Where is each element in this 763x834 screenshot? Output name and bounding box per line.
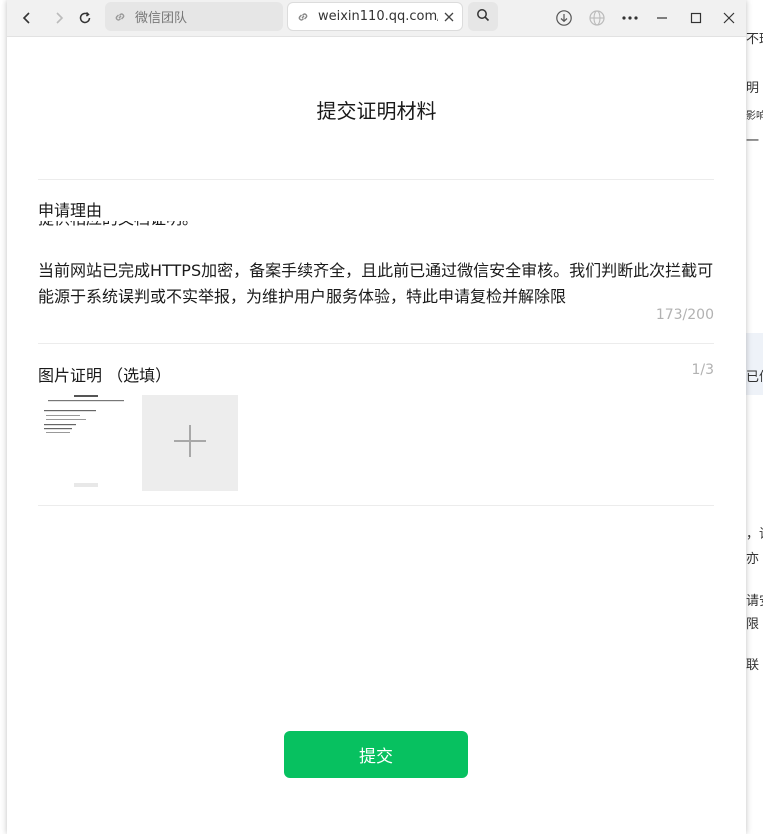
browser-window: 微信团队 weixin110.qq.com/s 提交证明材料 当前网站已完成HT… xyxy=(7,0,746,834)
background-highlight xyxy=(746,333,763,395)
tab-title: weixin110.qq.com/s xyxy=(318,9,438,24)
more-icon[interactable] xyxy=(618,6,642,30)
link-icon xyxy=(113,10,127,24)
browser-toolbar: 微信团队 weixin110.qq.com/s xyxy=(7,0,746,37)
reason-text: 提供相应的文档证明。 当前网站已完成HTTPS加密，备案手续齐全，且此前已通过微… xyxy=(38,220,714,304)
background-text: 已停 xyxy=(746,370,763,385)
tab-title: 微信团队 xyxy=(135,11,188,26)
reason-textarea[interactable]: 提供相应的文档证明。 当前网站已完成HTTPS加密，备案手续齐全，且此前已通过微… xyxy=(38,220,714,304)
uploaded-image-thumbnail[interactable] xyxy=(38,395,134,491)
divider xyxy=(38,505,714,506)
background-text: 请安 xyxy=(746,594,763,609)
close-icon[interactable] xyxy=(444,12,454,22)
search-icon xyxy=(476,7,490,26)
image-label: 图片证明 （选填） xyxy=(38,366,172,385)
reload-icon[interactable] xyxy=(73,6,97,30)
background-text: 不班 xyxy=(746,32,763,47)
tab-weixin-team[interactable]: 微信团队 xyxy=(105,2,283,31)
page-content: 提交证明材料 提供相应的文档证明。 当前网站已完成HTTPS加密，备案手续齐全，… xyxy=(7,37,746,834)
image-counter: 1/3 xyxy=(691,362,714,378)
reason-counter: 173/200 xyxy=(655,307,714,323)
divider xyxy=(38,179,714,180)
submit-button[interactable]: 提交 xyxy=(284,731,468,778)
background-page: 不班 明 影响 一 已停 ，请 亦 请安 限 联 xyxy=(746,0,763,834)
window-close-icon[interactable] xyxy=(717,6,741,30)
background-text: 一 xyxy=(746,134,760,149)
background-text: 亦 xyxy=(746,552,760,567)
background-text: ，请 xyxy=(746,527,763,542)
background-text: 限 xyxy=(746,617,760,632)
tab-weixin110[interactable]: weixin110.qq.com/s xyxy=(287,2,463,31)
divider xyxy=(38,343,714,344)
plus-icon xyxy=(173,424,207,462)
background-text: 联 xyxy=(746,658,760,673)
download-icon[interactable] xyxy=(552,6,576,30)
add-image-button[interactable] xyxy=(142,395,238,491)
page-title: 提交证明材料 xyxy=(316,99,437,123)
search-button[interactable] xyxy=(468,2,498,31)
back-icon[interactable] xyxy=(15,6,39,30)
link-icon xyxy=(296,10,310,24)
maximize-icon[interactable] xyxy=(684,6,708,30)
background-left-edge xyxy=(0,0,7,834)
background-text: 明 xyxy=(746,81,760,96)
background-text: 影响 xyxy=(746,111,763,122)
minimize-icon[interactable] xyxy=(650,6,674,30)
reason-label: 申请理由 xyxy=(38,201,103,220)
globe-icon[interactable] xyxy=(585,6,609,30)
forward-icon[interactable] xyxy=(47,6,71,30)
